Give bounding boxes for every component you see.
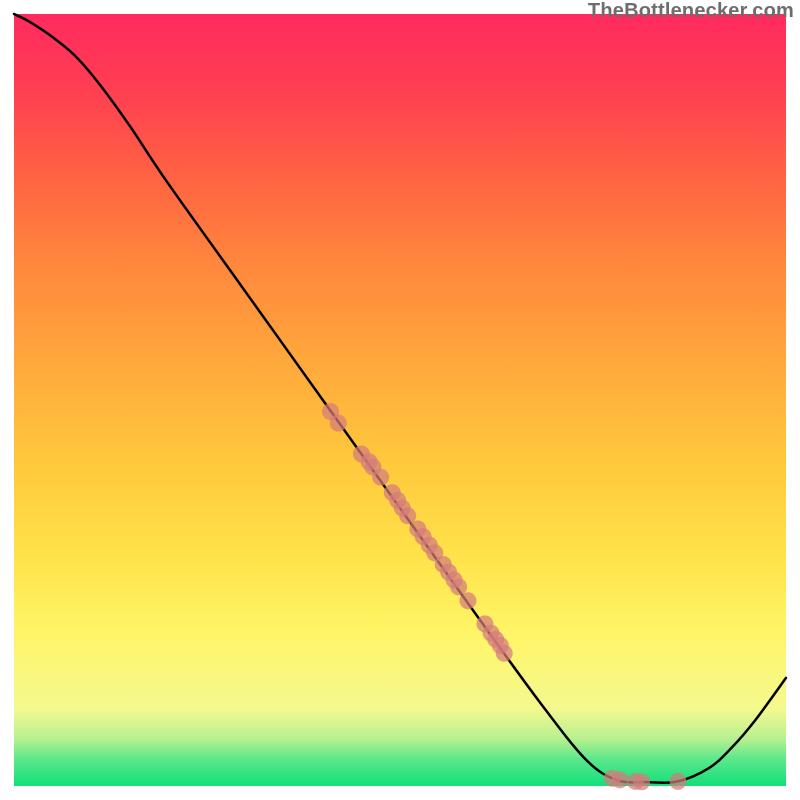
scatter-point	[450, 578, 467, 595]
chart-svg-layer	[14, 14, 786, 786]
scatter-point	[633, 773, 650, 790]
watermark-text: TheBottlenecker.com	[588, 0, 794, 23]
plot-background-gradient	[14, 14, 786, 786]
chart-root: TheBottlenecker.com	[0, 0, 800, 800]
scatter-point	[669, 773, 686, 790]
scatter-point	[612, 771, 629, 788]
scatter-point	[372, 469, 389, 486]
scatter-point	[459, 592, 476, 609]
scatter-points-group	[322, 403, 686, 790]
bottleneck-curve	[14, 14, 786, 783]
scatter-point	[330, 415, 347, 432]
scatter-point	[496, 645, 513, 662]
